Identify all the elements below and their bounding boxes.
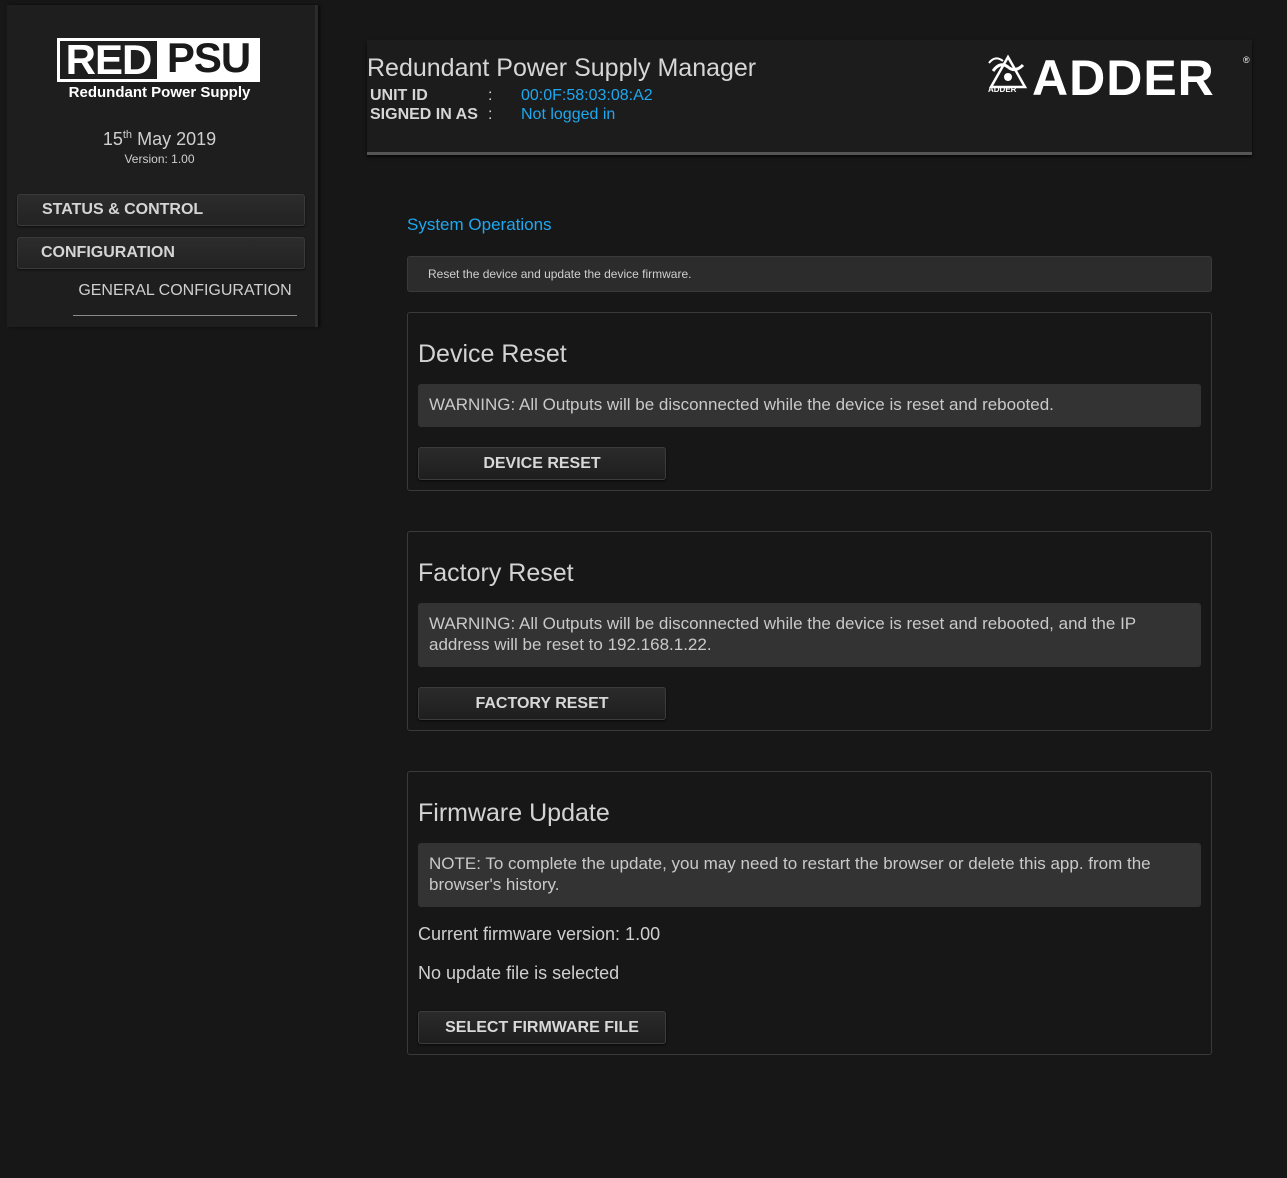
- nav-general-configuration[interactable]: GENERAL CONFIGURATION: [73, 282, 297, 300]
- factory-reset-panel: Factory Reset WARNING: All Outputs will …: [407, 531, 1212, 731]
- section-title: System Operations: [407, 215, 552, 234]
- firmware-update-title: Firmware Update: [418, 799, 610, 827]
- info-bar: Reset the device and update the device f…: [407, 256, 1212, 292]
- nav-sub-divider: [73, 315, 297, 316]
- update-file-status: No update file is selected: [418, 963, 620, 983]
- adder-small-text: ADDER: [988, 85, 1017, 94]
- factory-reset-button[interactable]: FACTORY RESET: [418, 687, 666, 720]
- adder-brand-text: ADDER: [1032, 50, 1215, 106]
- select-firmware-file-button[interactable]: SELECT FIRMWARE FILE: [418, 1011, 666, 1044]
- nav-configuration[interactable]: CONFIGURATION: [17, 237, 305, 269]
- sidebar: RED PSU Redundant Power Supply 15th May …: [7, 5, 318, 327]
- date-display: 15th May 2019: [7, 129, 312, 150]
- logo-red-text: RED: [57, 38, 157, 82]
- firmware-update-panel: Firmware Update NOTE: To complete the up…: [407, 771, 1212, 1055]
- logo-psu-text: PSU: [157, 37, 260, 82]
- date-day: 15: [102, 129, 123, 149]
- current-firmware-version: Current firmware version: 1.00: [418, 924, 661, 944]
- version-label: Version: 1.00: [124, 152, 195, 166]
- device-reset-button[interactable]: DEVICE RESET: [418, 447, 666, 480]
- registered-mark: ®: [1243, 55, 1250, 65]
- adder-logo: ADDER ADDER ®: [985, 50, 1250, 106]
- signed-in-separator: :: [488, 106, 493, 123]
- signed-in-label: SIGNED IN AS: [370, 106, 478, 123]
- firmware-update-note: NOTE: To complete the update, you may ne…: [418, 843, 1201, 907]
- signed-in-value[interactable]: Not logged in: [521, 106, 615, 124]
- device-reset-title: Device Reset: [418, 340, 567, 368]
- logo-subtitle: Redundant Power Supply: [68, 84, 251, 101]
- date-suffix: th: [122, 129, 133, 141]
- app-title: Redundant Power Supply Manager: [367, 54, 757, 82]
- unit-id-separator: :: [488, 87, 493, 104]
- unit-id-label: UNIT ID: [370, 87, 428, 104]
- device-reset-warning: WARNING: All Outputs will be disconnecte…: [418, 384, 1201, 427]
- factory-reset-title: Factory Reset: [418, 559, 574, 587]
- device-reset-panel: Device Reset WARNING: All Outputs will b…: [407, 312, 1212, 491]
- redpsu-logo: RED PSU: [57, 37, 260, 82]
- nav-status-control[interactable]: STATUS & CONTROL: [17, 194, 305, 226]
- factory-reset-warning: WARNING: All Outputs will be disconnecte…: [418, 603, 1201, 667]
- date-rest: May 2019: [137, 129, 217, 149]
- unit-id-value: 00:0F:58:03:08:A2: [521, 87, 653, 104]
- page-header: Redundant Power Supply Manager UNIT ID :…: [367, 40, 1252, 155]
